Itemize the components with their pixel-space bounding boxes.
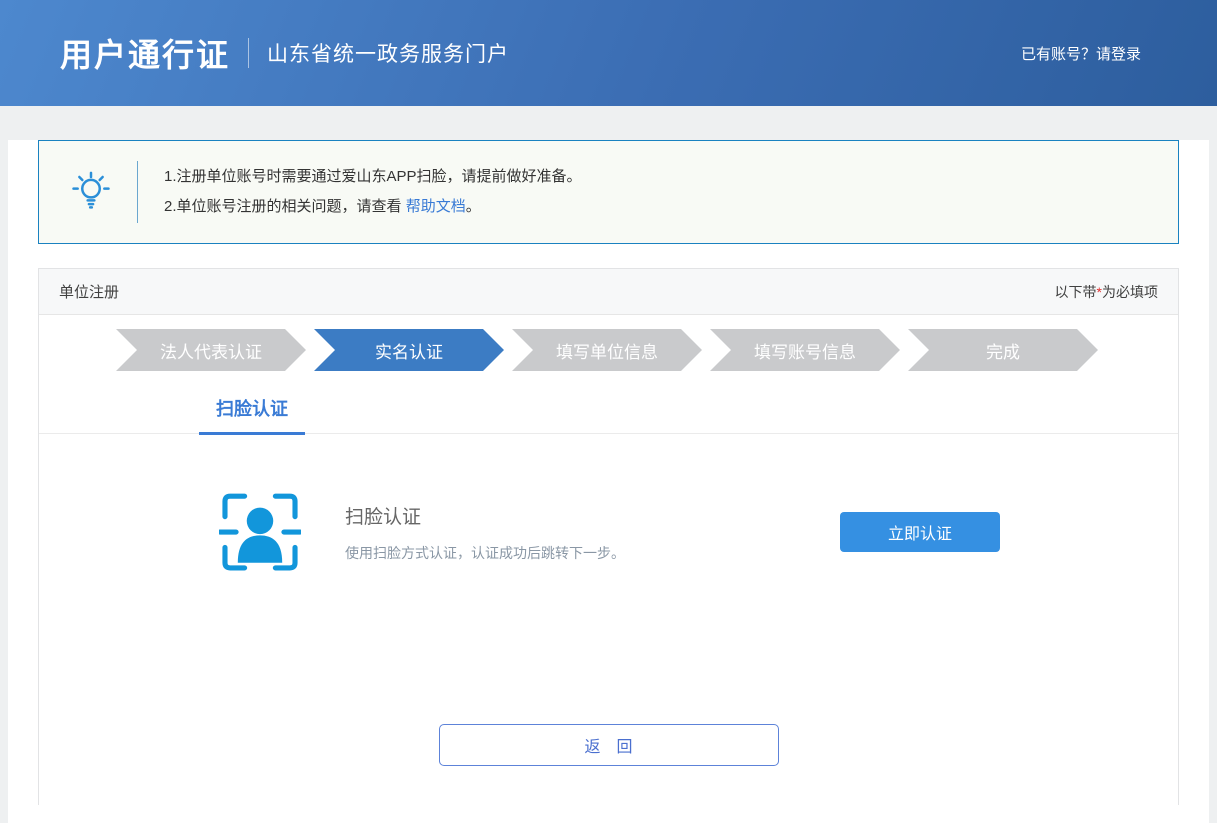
face-auth-texts: 扫脸认证 使用扫脸方式认证，认证成功后跳转下一步。 — [345, 502, 625, 563]
notice-divider — [137, 161, 138, 223]
notice-line-2-suffix: 。 — [466, 198, 481, 215]
header-divider — [248, 38, 249, 68]
notice-box: 1.注册单位账号时需要通过爱山东APP扫脸，请提前做好准备。 2.单位账号注册的… — [38, 140, 1179, 244]
back-button[interactable]: 返 回 — [439, 724, 779, 766]
register-panel: 单位注册 以下带*为必填项 法人代表认证实名认证填写单位信息填写账号信息完成 扫… — [38, 268, 1179, 805]
notice-line-1: 1.注册单位账号时需要通过爱山东APP扫脸，请提前做好准备。 — [164, 162, 582, 192]
login-hint: 已有账号？ — [1021, 46, 1096, 63]
tab-face-auth[interactable]: 扫脸认证 — [199, 395, 305, 435]
panel-title: 单位注册 — [59, 281, 119, 302]
face-scan-icon — [219, 488, 301, 576]
steps: 法人代表认证实名认证填写单位信息填写账号信息完成 — [116, 329, 1098, 371]
step-2-active: 实名认证 — [314, 329, 504, 371]
notice-line-2-text: 2.单位账号注册的相关问题，请查看 — [164, 198, 406, 215]
help-doc-link[interactable]: 帮助文档 — [406, 198, 466, 215]
login-link[interactable]: 请登录 — [1096, 46, 1141, 63]
step-1: 法人代表认证 — [116, 329, 306, 371]
content-card: 1.注册单位账号时需要通过爱山东APP扫脸，请提前做好准备。 2.单位账号注册的… — [8, 140, 1209, 823]
face-auth-description: 使用扫脸方式认证，认证成功后跳转下一步。 — [345, 543, 625, 563]
required-note-suffix: 为必填项 — [1102, 284, 1158, 300]
header: 用户通行证 山东省统一政务服务门户 已有账号？请登录 — [0, 0, 1217, 106]
step-4: 填写账号信息 — [710, 329, 900, 371]
face-auth-title: 扫脸认证 — [345, 502, 625, 529]
verify-now-button[interactable]: 立即认证 — [840, 512, 1000, 552]
notice-text: 1.注册单位账号时需要通过爱山东APP扫脸，请提前做好准备。 2.单位账号注册的… — [164, 162, 582, 222]
face-auth-section: 扫脸认证 使用扫脸方式认证，认证成功后跳转下一步。 立即认证 — [219, 488, 1000, 576]
site-title: 用户通行证 — [60, 30, 230, 76]
required-note: 以下带*为必填项 — [1055, 282, 1158, 302]
site-subtitle: 山东省统一政务服务门户 — [267, 38, 509, 68]
step-3: 填写单位信息 — [512, 329, 702, 371]
login-area: 已有账号？请登录 — [1021, 43, 1141, 64]
lightbulb-icon — [71, 170, 111, 214]
step-5: 完成 — [908, 329, 1098, 371]
required-note-prefix: 以下带 — [1055, 284, 1097, 300]
tab-bar: 扫脸认证 — [39, 395, 1178, 434]
notice-line-2: 2.单位账号注册的相关问题，请查看 帮助文档。 — [164, 192, 582, 222]
panel-header: 单位注册 以下带*为必填项 — [39, 269, 1178, 315]
